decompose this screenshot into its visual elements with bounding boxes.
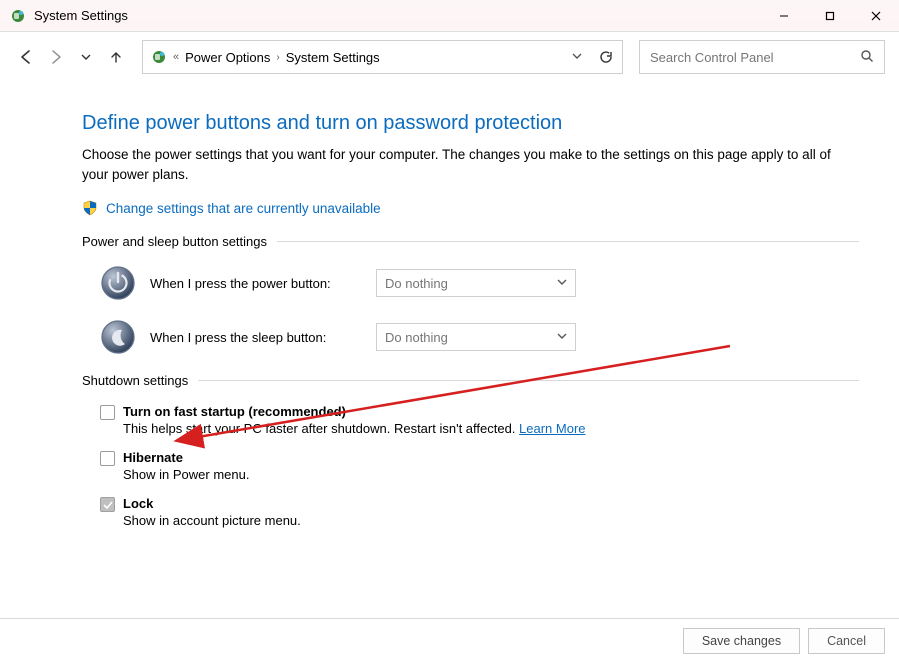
forward-button[interactable] [44,45,68,69]
fast-startup-desc-text: This helps start your PC faster after sh… [123,421,519,436]
group-divider [198,380,859,381]
search-icon [860,49,874,66]
group-header-power-sleep: Power and sleep button settings [82,234,859,249]
address-bar[interactable]: « Power Options › System Settings [142,40,623,74]
breadcrumb-root-chevrons: « [173,51,179,63]
refresh-button[interactable] [598,49,614,65]
change-settings-row: Change settings that are currently unava… [82,200,859,216]
uac-shield-icon [82,200,98,216]
fast-startup-desc: This helps start your PC faster after sh… [123,421,586,436]
hibernate-desc: Show in Power menu. [123,467,249,482]
recent-dropdown[interactable] [74,45,98,69]
close-button[interactable] [853,0,899,32]
breadcrumb-level-2[interactable]: System Settings [286,50,380,65]
power-button-value: Do nothing [385,276,448,291]
back-button[interactable] [14,45,38,69]
bottom-button-bar: Save changes Cancel [0,618,899,662]
app-icon [10,8,26,24]
hibernate-checkbox[interactable] [100,451,115,466]
window-controls [761,0,899,32]
cancel-button[interactable]: Cancel [808,628,885,654]
group-divider [277,241,859,242]
lock-desc: Show in account picture menu. [123,513,301,528]
change-settings-link[interactable]: Change settings that are currently unava… [106,201,381,216]
sleep-button-row: When I press the sleep button: Do nothin… [100,319,859,355]
breadcrumb-dropdown-icon[interactable] [572,51,582,64]
hibernate-label: Hibernate [123,450,249,465]
group-header-shutdown: Shutdown settings [82,373,859,388]
content-area: Define power buttons and turn on passwor… [0,84,899,538]
window-title: System Settings [34,8,128,23]
chevron-down-icon [557,331,567,344]
sleep-button-label: When I press the sleep button: [150,330,362,345]
breadcrumb-icon [151,49,167,65]
fast-startup-row: Turn on fast startup (recommended) This … [100,404,859,446]
group-label-power-sleep: Power and sleep button settings [82,234,267,249]
power-button-dropdown[interactable]: Do nothing [376,269,576,297]
lock-label: Lock [123,496,301,511]
maximize-button[interactable] [807,0,853,32]
fast-startup-label: Turn on fast startup (recommended) [123,404,586,419]
fast-startup-checkbox[interactable] [100,405,115,420]
learn-more-link[interactable]: Learn More [519,421,585,436]
hibernate-row: Hibernate Show in Power menu. [100,450,859,492]
breadcrumb-level-1[interactable]: Power Options [185,50,270,65]
sleep-icon [100,319,136,355]
page-heading: Define power buttons and turn on passwor… [82,112,859,135]
group-label-shutdown: Shutdown settings [82,373,188,388]
page-description: Choose the power settings that you want … [82,145,859,184]
sleep-button-dropdown[interactable]: Do nothing [376,323,576,351]
lock-checkbox[interactable] [100,497,115,512]
minimize-button[interactable] [761,0,807,32]
search-box[interactable] [639,40,885,74]
sleep-button-value: Do nothing [385,330,448,345]
title-bar: System Settings [0,0,899,32]
search-input[interactable] [650,50,860,65]
save-changes-button[interactable]: Save changes [683,628,800,654]
up-button[interactable] [104,45,128,69]
power-button-row: When I press the power button: Do nothin… [100,265,859,301]
chevron-right-icon: › [276,52,279,63]
chevron-down-icon [557,277,567,290]
nav-bar: « Power Options › System Settings [0,32,899,82]
lock-row: Lock Show in account picture menu. [100,496,859,538]
power-button-label: When I press the power button: [150,276,362,291]
power-icon [100,265,136,301]
